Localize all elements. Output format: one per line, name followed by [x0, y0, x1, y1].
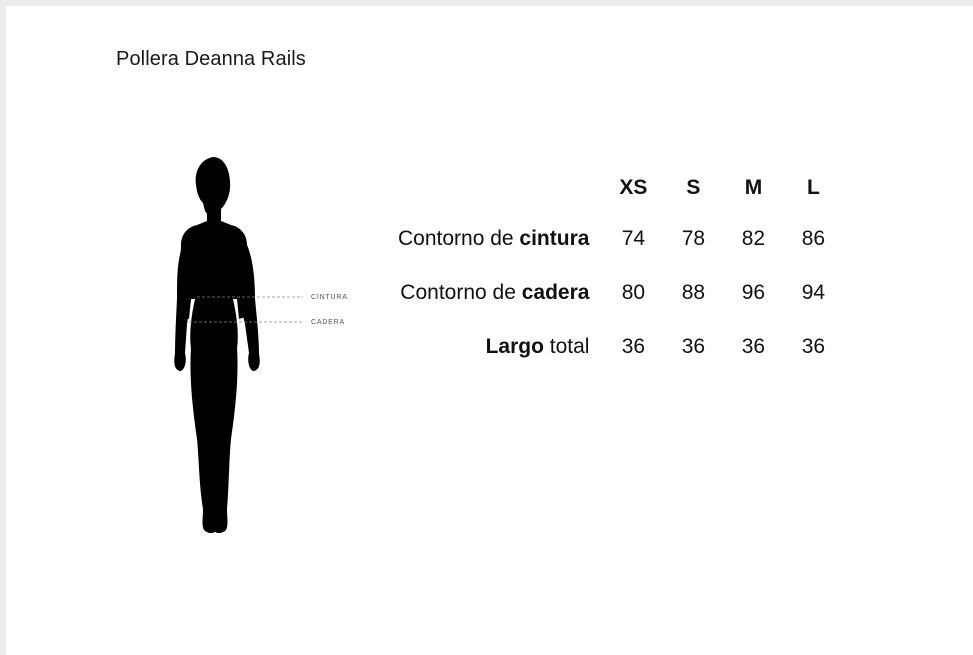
row-label-waist: Contorno de cintura: [398, 212, 603, 266]
table-cell: 88: [681, 281, 706, 304]
size-header-s: S: [686, 176, 701, 199]
row-label-prefix: Contorno de: [400, 281, 522, 304]
row-label-length: Largo total: [398, 320, 603, 374]
size-header-row: XS S M L: [398, 164, 843, 212]
table-cell: 96: [741, 281, 766, 304]
table-cell: 74: [621, 227, 646, 250]
row-label-emphasis: cintura: [519, 227, 590, 250]
size-header-xs: XS: [619, 176, 648, 199]
row-label-hip: Contorno de cadera: [398, 266, 603, 320]
hip-marker-label: CADERA: [311, 319, 345, 326]
table-cell: 86: [801, 227, 826, 250]
document-page: Pollera Deanna Rails CINTURA CADERA XS S…: [6, 6, 973, 655]
row-label-emphasis: cadera: [521, 281, 590, 304]
waist-marker-label: CINTURA: [311, 294, 348, 301]
table-cell: 36: [621, 335, 646, 358]
corner-cell: [398, 164, 603, 212]
size-header-l: L: [807, 176, 820, 199]
row-label-suffix: total: [543, 335, 590, 358]
table-cell: 36: [801, 335, 826, 358]
size-header-m: M: [744, 176, 763, 199]
body-silhouette-icon: [174, 157, 260, 534]
row-label-emphasis: Largo: [485, 335, 544, 358]
table-cell: 94: [801, 281, 826, 304]
table-cell: 36: [681, 335, 706, 358]
row-label-prefix: Contorno de: [398, 227, 520, 250]
table-cell: 36: [741, 335, 766, 358]
body-silhouette-figure: CINTURA CADERA: [161, 149, 361, 544]
table-row-hip: Contorno de cadera 80 88 96 94: [398, 266, 843, 320]
size-chart-table: XS S M L Contorno de cintura 74 78 82 86…: [398, 164, 843, 374]
table-row-length: Largo total 36 36 36 36: [398, 320, 843, 374]
table-cell: 82: [741, 227, 766, 250]
table-row-waist: Contorno de cintura 74 78 82 86: [398, 212, 843, 266]
table-cell: 78: [681, 227, 706, 250]
page-title: Pollera Deanna Rails: [116, 48, 306, 70]
table-cell: 80: [621, 281, 646, 304]
